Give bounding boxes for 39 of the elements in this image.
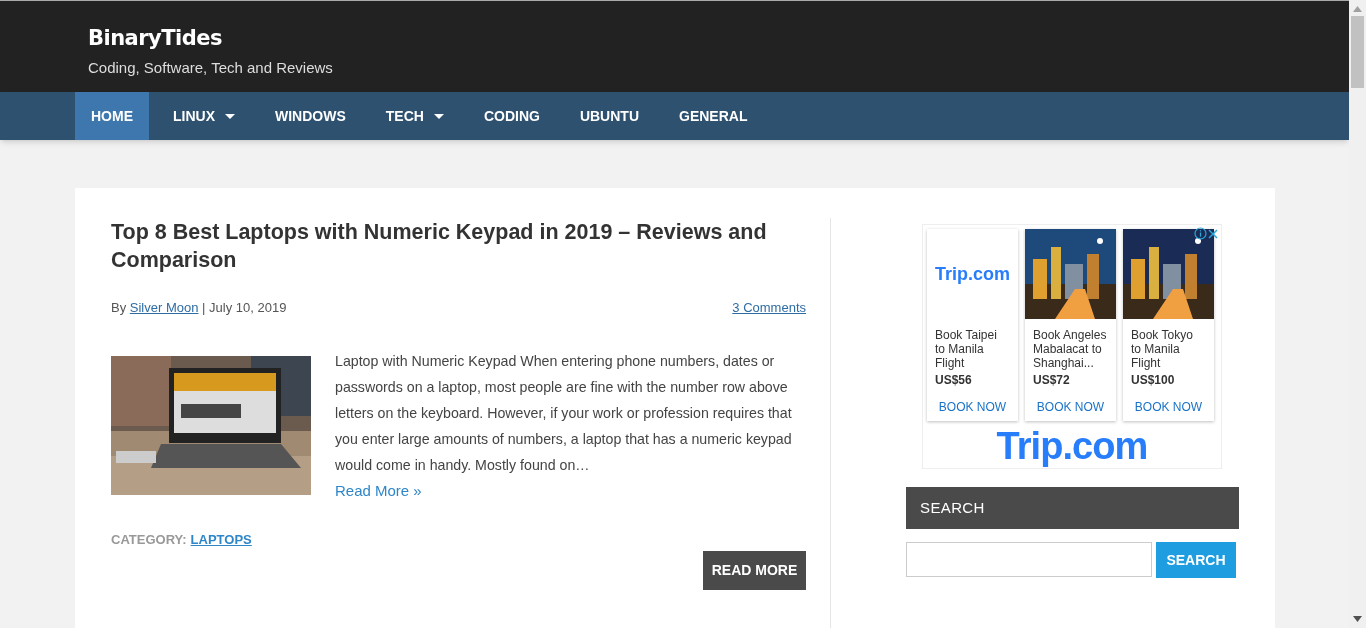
site-title[interactable]: BinaryTides [88, 23, 222, 55]
scroll-thumb[interactable] [1351, 16, 1364, 88]
search-field[interactable] [906, 542, 1152, 577]
ad-title: Book Angeles Mabalacat to Shanghai... [1033, 328, 1108, 370]
search-heading: SEARCH [906, 487, 1239, 529]
ad-price: US$56 [935, 373, 973, 387]
nav-item[interactable]: UBUNTU [563, 92, 655, 140]
book-now-link[interactable]: BOOK NOW [1123, 398, 1214, 421]
scroll-up-icon[interactable] [1353, 6, 1362, 12]
post-meta: By Silver Moon | July 10, 2019 [111, 299, 287, 317]
trip-logo: Trip.com [935, 262, 1010, 286]
nav-item[interactable]: LINUX [157, 92, 251, 140]
nav-item[interactable]: TECH [369, 92, 460, 140]
ad-price: US$72 [1033, 373, 1071, 387]
read-more-link[interactable]: Read More » [335, 481, 422, 499]
ad-price: US$100 [1131, 373, 1176, 387]
category-link[interactable]: LAPTOPS [190, 529, 252, 549]
category-label: CATEGORY: [111, 530, 187, 549]
close-icon[interactable] [1207, 227, 1219, 240]
comments-link[interactable]: 3 Comments [732, 298, 806, 318]
trip-logo[interactable]: Trip.com [996, 423, 1148, 469]
nav-item[interactable]: HOME [75, 92, 149, 140]
nav-item[interactable]: CODING [467, 92, 556, 140]
book-now-link[interactable]: BOOK NOW [927, 398, 1018, 421]
scroll-down-icon[interactable] [1353, 616, 1362, 622]
ad-card[interactable]: Trip.com Book Taipei to Manila Flight US$56 BOOK NOW [927, 229, 1018, 421]
post-title[interactable]: Top 8 Best Laptops with Numeric Keypad in 2019 – Reviews and Comparison [111, 218, 811, 274]
book-now-link[interactable]: BOOK NOW [1025, 398, 1116, 421]
ad-card[interactable]: Book Angeles Mabalacat to Shanghai... US$72 BOOK NOW [1025, 229, 1116, 421]
ad-title: Book Taipei to Manila Flight [935, 328, 998, 370]
site-tagline: Coding, Software, Tech and Reviews [88, 57, 333, 78]
info-icon[interactable] [1194, 227, 1207, 240]
ad-card[interactable]: Book Tokyo to Manila Flight US$100 BOOK NOW [1123, 229, 1214, 421]
read-more-button[interactable]: READ MORE [703, 551, 806, 590]
nav-item[interactable]: GENERAL [663, 92, 764, 140]
post-excerpt: Laptop with Numeric Keypad When entering phone numbers, dates or passwords on a laptop, most people are fine with the number row above letters on the keyboard. However, if your work or profession requires that you enter large amounts of numbers, a laptop that has a numeric keypad would come in handy. Mostly found on… [335, 351, 793, 475]
author-link[interactable]: Silver Moon [129, 300, 199, 315]
ad-title: Book Tokyo to Manila Flight [1131, 328, 1194, 370]
nav-item[interactable]: WINDOWS [259, 92, 362, 140]
